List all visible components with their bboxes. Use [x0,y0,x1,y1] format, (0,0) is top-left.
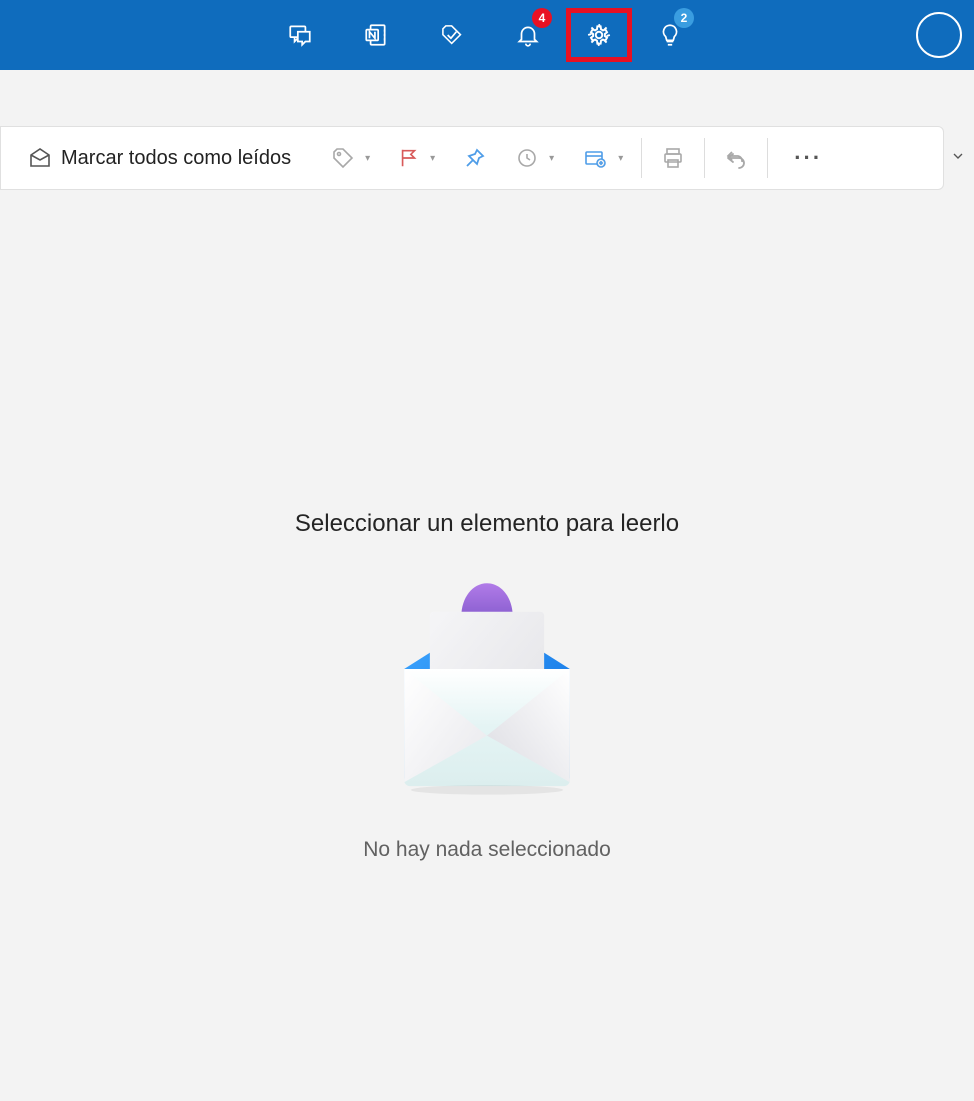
chevron-down-icon [950,148,966,164]
app-header: 4 2 [0,0,974,70]
snooze-button[interactable]: ▾ [501,127,568,189]
mark-all-read-button[interactable]: Marcar todos como leídos [13,127,317,189]
empty-state-title: Seleccionar un elemento para leerlo [295,510,679,538]
tag-check-icon [439,22,465,48]
print-button[interactable] [646,127,700,189]
pin-icon [463,146,487,170]
notifications-badge: 4 [532,8,552,28]
move-to-icon [582,146,608,170]
onenote-icon [363,22,389,48]
pin-button[interactable] [449,127,501,189]
reading-pane-empty: Seleccionar un elemento para leerlo [0,190,974,862]
mark-all-read-label: Marcar todos como leídos [61,147,291,170]
more-actions-button[interactable]: ··· [772,127,844,189]
notifications-button[interactable]: 4 [490,2,566,68]
tag-icon [331,146,355,170]
tips-badge: 2 [674,8,694,28]
chevron-down-icon: ▾ [618,153,623,164]
toolbar-separator [641,138,642,178]
flag-icon [398,147,420,169]
gear-icon [586,22,612,48]
chevron-down-icon: ▾ [430,153,435,164]
expand-toolbar-button[interactable] [950,148,966,164]
undo-button[interactable] [709,127,763,189]
chat-button[interactable] [262,2,338,68]
empty-state-subtitle: No hay nada seleccionado [363,838,611,862]
move-button[interactable]: ▾ [568,127,637,189]
ellipsis-icon: ··· [794,145,822,171]
print-icon [660,146,686,170]
tag-button[interactable]: ▾ [317,127,384,189]
clock-icon [515,146,539,170]
toolbar-separator [704,138,705,178]
flag-button[interactable]: ▾ [384,127,449,189]
chat-icon [287,22,313,48]
settings-button[interactable] [566,8,632,62]
header-icon-group: 4 2 [262,2,708,68]
envelope-open-icon [27,146,53,170]
chevron-down-icon: ▾ [365,153,370,164]
avatar[interactable] [916,12,962,58]
todo-button[interactable] [414,2,490,68]
message-toolbar: Marcar todos como leídos ▾ ▾ [0,126,944,190]
empty-state-illustration [387,588,587,788]
onenote-button[interactable] [338,2,414,68]
toolbar-separator [767,138,768,178]
chevron-down-icon: ▾ [549,153,554,164]
toolbar-container: Marcar todos como leídos ▾ ▾ [0,70,974,190]
undo-icon [723,146,749,170]
tips-button[interactable]: 2 [632,2,708,68]
